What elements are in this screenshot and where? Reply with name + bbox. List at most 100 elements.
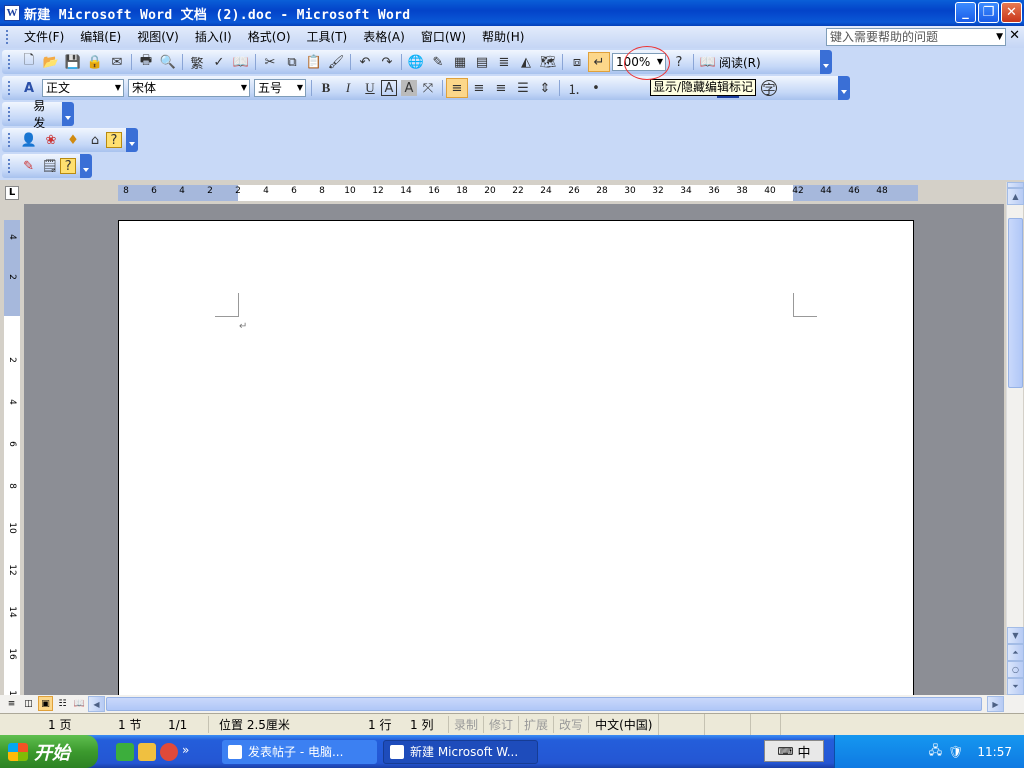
format-painter-icon[interactable]: 🖌 (325, 52, 347, 72)
numbering-icon[interactable]: ⒈ (563, 78, 585, 98)
clock[interactable]: 11:57 (977, 745, 1012, 759)
vertical-scroll-thumb[interactable] (1008, 218, 1023, 388)
status-line[interactable]: 1 行 (358, 716, 400, 733)
print-view-icon[interactable]: ▣ (38, 696, 53, 711)
italic-icon[interactable]: I (337, 78, 359, 98)
menu-view[interactable]: 视图(V) (129, 27, 187, 47)
menu-file[interactable]: 文件(F) (16, 27, 72, 47)
align-center-icon[interactable]: ≡ (468, 78, 490, 98)
horizontal-scroll-thumb[interactable] (106, 697, 982, 711)
status-section[interactable]: 1 节 (108, 716, 158, 733)
ime-indicator[interactable]: ⌨ 中 (764, 740, 824, 762)
next-page-icon[interactable]: ⏷ (1007, 678, 1024, 695)
scroll-left-icon[interactable]: ◀ (88, 696, 105, 712)
help-icon[interactable]: ? (668, 52, 690, 72)
tables-borders-icon[interactable]: ✎ (427, 52, 449, 72)
save-icon[interactable]: 💾 (62, 52, 84, 72)
menu-table[interactable]: 表格(A) (355, 27, 413, 47)
toolbar-grip[interactable] (8, 107, 11, 121)
taskbar-item-word[interactable]: 新建 Microsoft W... (383, 739, 538, 764)
thumbnails-icon[interactable]: ⧈ (566, 52, 588, 72)
research-icon[interactable]: 📖 (230, 52, 252, 72)
menu-window[interactable]: 窗口(W) (413, 27, 474, 47)
yifa-button[interactable]: 易发 (17, 97, 58, 131)
badge-icon[interactable]: ♦ (62, 130, 84, 150)
security-shield-icon[interactable]: 🛡 (948, 745, 963, 759)
align-left-icon[interactable]: ≡ (446, 78, 468, 98)
pen-icon[interactable]: ✎ (18, 156, 39, 176)
restore-button[interactable]: ❐ (978, 2, 999, 23)
toolbar-grip[interactable] (8, 81, 12, 95)
word-app-icon[interactable]: W (4, 5, 20, 21)
title-bar[interactable]: W 新建 Microsoft Word 文档 (2).doc - Microso… (0, 0, 1024, 26)
status-extend[interactable]: 扩展 (518, 716, 553, 733)
menu-format[interactable]: 格式(O) (240, 27, 299, 47)
chevron-down-icon[interactable]: ▼ (297, 80, 303, 96)
show-hide-marks-icon[interactable]: ↵ (588, 52, 610, 72)
permission-icon[interactable]: 🔒 (84, 52, 106, 72)
media-icon[interactable] (160, 742, 178, 761)
document-close-icon[interactable]: ✕ (1009, 28, 1020, 43)
web-view-icon[interactable]: ◫ (21, 696, 36, 711)
columns-icon[interactable]: ≣ (493, 52, 515, 72)
previous-page-icon[interactable]: ⏶ (1007, 644, 1024, 661)
network-icon[interactable]: 🖧 (929, 741, 942, 762)
chevron-right-icon[interactable]: » (182, 743, 200, 761)
scroll-up-icon[interactable]: ▲ (1007, 188, 1024, 205)
status-language[interactable]: 中文(中国) (588, 716, 658, 733)
spelling-icon[interactable]: ✓ (208, 52, 230, 72)
status-track-changes[interactable]: 修订 (483, 716, 518, 733)
building-icon[interactable]: ⌂ (84, 130, 106, 150)
desktop-icon[interactable] (138, 742, 156, 761)
horizontal-scrollbar[interactable]: ◀ ▶ (88, 696, 1004, 712)
read-icon[interactable]: 📖 (697, 52, 719, 72)
toolbar-options-icon[interactable] (838, 76, 850, 100)
font-size-select[interactable]: 五号 ▼ (254, 79, 306, 97)
status-position[interactable]: 位置 2.5厘米 (208, 716, 358, 733)
simplified-traditional-icon[interactable]: 繁 (186, 52, 208, 72)
scroll-down-icon[interactable]: ▼ (1007, 627, 1024, 644)
paste-icon[interactable]: 📋 (303, 52, 325, 72)
menu-edit[interactable]: 编辑(E) (72, 27, 129, 47)
char-scale-icon[interactable]: ⤧ (417, 78, 439, 98)
print-icon[interactable]: 🖶 (135, 52, 157, 72)
font-select[interactable]: 宋体 ▼ (128, 79, 250, 97)
toolbar-grip[interactable] (8, 133, 12, 147)
stamp-icon[interactable]: ❀ (40, 130, 62, 150)
vertical-ruler[interactable]: 4224681012141618 (4, 220, 20, 702)
close-button[interactable]: ✕ (1001, 2, 1022, 23)
tab-selector-icon[interactable]: L (5, 186, 19, 200)
bullets-icon[interactable]: • (585, 78, 607, 98)
menu-grip[interactable] (6, 30, 10, 44)
cut-icon[interactable]: ✂ (259, 52, 281, 72)
document-canvas[interactable]: ↵ (24, 204, 1004, 695)
chevron-down-icon[interactable]: ▼ (115, 80, 121, 96)
reading-view-icon[interactable]: 📖 (72, 696, 87, 711)
help-search-input[interactable]: 键入需要帮助的问题 ▼ (826, 28, 1006, 46)
toolbar-options-icon[interactable] (126, 128, 138, 152)
print-preview-icon[interactable]: 🔍 (157, 52, 179, 72)
document-page[interactable]: ↵ (118, 220, 914, 695)
notepad-icon[interactable]: 🗒 (39, 156, 60, 176)
status-pages[interactable]: 1/1 (158, 718, 208, 732)
help-icon[interactable]: ? (106, 132, 122, 148)
start-button[interactable]: 开始 (0, 735, 98, 768)
enclose-char-icon[interactable]: 字 (761, 80, 777, 98)
toolbar-options-icon[interactable] (820, 50, 832, 74)
read-button[interactable]: 阅读(R) (719, 54, 765, 71)
bold-icon[interactable]: B (315, 78, 337, 98)
distributed-icon[interactable]: ☰ (512, 78, 534, 98)
redo-icon[interactable]: ↷ (376, 52, 398, 72)
insert-excel-icon[interactable]: ▤ (471, 52, 493, 72)
status-page[interactable]: 1 页 (0, 716, 108, 733)
normal-view-icon[interactable]: ≡ (4, 696, 19, 711)
horizontal-ruler[interactable]: 8 6 4 2 2 4 6 8 10 12 14 16 18 20 22 24 26 28 30 32 34 36 38 40… (118, 185, 918, 201)
chevron-down-icon[interactable]: ▼ (241, 80, 247, 96)
chevron-down-icon[interactable]: ▼ (996, 29, 1003, 45)
undo-icon[interactable]: ↶ (354, 52, 376, 72)
toolbar-grip[interactable] (8, 55, 12, 69)
style-select[interactable]: 正文 ▼ (42, 79, 124, 97)
status-column[interactable]: 1 列 (400, 716, 448, 733)
document-map-icon[interactable]: 🗺 (537, 52, 559, 72)
minimize-button[interactable]: _ (955, 2, 976, 23)
